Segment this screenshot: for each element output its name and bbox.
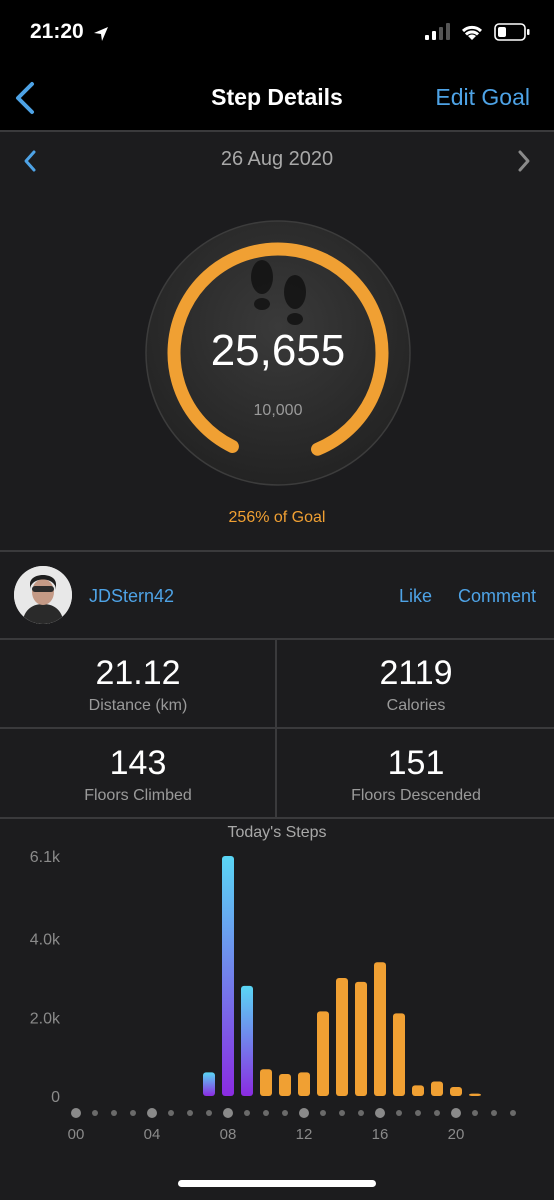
date-selector: 26 Aug 2020 (0, 132, 554, 188)
bar-hour-18[interactable] (412, 1085, 424, 1096)
x-axis-dot (111, 1110, 117, 1116)
stat-value: 143 (109, 744, 167, 782)
x-axis-dot (491, 1110, 497, 1116)
bar-hour-11[interactable] (279, 1073, 291, 1096)
x-axis-dot (375, 1108, 385, 1118)
steps-goal: 10,000 (253, 402, 303, 419)
x-axis-dot (472, 1110, 478, 1116)
status-bar: 21:20 (0, 0, 554, 68)
x-tick-label: 00 (68, 1126, 85, 1143)
divider (0, 638, 554, 640)
bar-hour-12[interactable] (298, 1072, 310, 1096)
bar-hour-8[interactable] (222, 856, 234, 1096)
x-axis-dot (396, 1110, 402, 1116)
x-axis-dot (282, 1110, 288, 1116)
stat-floors-descended: 151 Floors Descended (278, 744, 554, 805)
y-tick-label: 6.1k (30, 849, 61, 866)
status-time: 21:20 (30, 20, 84, 43)
bar-hour-19[interactable] (431, 1081, 443, 1096)
edit-goal-button[interactable]: Edit Goal (435, 84, 530, 111)
stat-label: Floors Climbed (84, 787, 192, 804)
bar-hour-16[interactable] (374, 962, 386, 1096)
bar-hour-20[interactable] (450, 1086, 462, 1096)
stat-value: 2119 (379, 654, 453, 692)
stat-floors-climbed: 143 Floors Climbed (0, 744, 276, 805)
x-axis-dot (168, 1110, 174, 1116)
stat-label: Distance (km) (88, 697, 188, 714)
stat-distance: 21.12 Distance (km) (0, 654, 276, 715)
stat-label: Calories (386, 697, 446, 714)
x-axis-dot (434, 1110, 440, 1116)
x-axis-dot (206, 1110, 212, 1116)
bar-hour-9[interactable] (241, 985, 253, 1096)
x-axis-dot (244, 1110, 250, 1116)
home-indicator[interactable] (178, 1180, 376, 1187)
divider (0, 817, 554, 819)
bar-hour-10[interactable] (260, 1069, 272, 1096)
like-button[interactable]: Like (399, 586, 432, 607)
x-axis-dot (339, 1110, 345, 1116)
bar-hour-15[interactable] (355, 981, 367, 1096)
x-axis-dot (510, 1110, 516, 1116)
steps-count: 25,655 (210, 326, 346, 375)
bar-hour-21[interactable] (469, 1093, 481, 1096)
wifi-icon (461, 25, 483, 40)
navigation-bar: Step Details Edit Goal (0, 68, 554, 132)
bar-hour-13[interactable] (317, 1011, 329, 1096)
comment-button[interactable]: Comment (458, 586, 536, 607)
x-axis-dot (320, 1110, 326, 1116)
x-tick-label: 04 (144, 1126, 161, 1143)
stat-value: 151 (387, 744, 445, 782)
x-axis-dot (451, 1108, 461, 1118)
next-day-chevron-icon[interactable] (514, 148, 534, 174)
location-arrow-icon (94, 27, 108, 41)
goal-percent: 256% of Goal (228, 509, 326, 526)
divider (275, 640, 277, 818)
user-photo (14, 566, 72, 624)
username-link[interactable]: JDStern42 (89, 586, 174, 607)
y-tick-label: 2.0k (30, 1010, 61, 1027)
date-label: 26 Aug 2020 (220, 148, 334, 170)
x-axis-dot (223, 1108, 233, 1118)
x-axis-dot (299, 1108, 309, 1118)
stat-calories: 2119 Calories (278, 654, 554, 715)
stat-label: Floors Descended (351, 787, 481, 804)
steps-bar-chart: 0 2.0k 4.0k 6.1k 00 04 08 12 16 20 (30, 849, 516, 1143)
x-tick-label: 16 (372, 1126, 389, 1143)
x-axis-dot (147, 1108, 157, 1118)
battery-icon (494, 23, 530, 41)
cellular-signal-icon (425, 23, 450, 40)
y-tick-label: 0 (51, 1089, 60, 1106)
x-tick-label: 20 (448, 1126, 465, 1143)
x-axis-dot (71, 1108, 81, 1118)
x-axis-dot (358, 1110, 364, 1116)
divider (0, 727, 554, 729)
stat-value: 21.12 (95, 654, 181, 692)
bar-hour-7[interactable] (203, 1072, 215, 1096)
y-tick-label: 4.0k (30, 932, 61, 949)
x-axis-dot (187, 1110, 193, 1116)
x-axis-dot (130, 1110, 136, 1116)
social-row: JDStern42 Like Comment (0, 552, 554, 638)
x-tick-label: 08 (220, 1126, 237, 1143)
bar-hour-17[interactable] (393, 1013, 405, 1096)
bar-hour-14[interactable] (336, 977, 348, 1096)
x-axis-dot (263, 1110, 269, 1116)
x-tick-label: 12 (296, 1126, 313, 1143)
avatar[interactable] (14, 566, 72, 624)
x-axis-dot (415, 1110, 421, 1116)
x-axis-dot (92, 1110, 98, 1116)
